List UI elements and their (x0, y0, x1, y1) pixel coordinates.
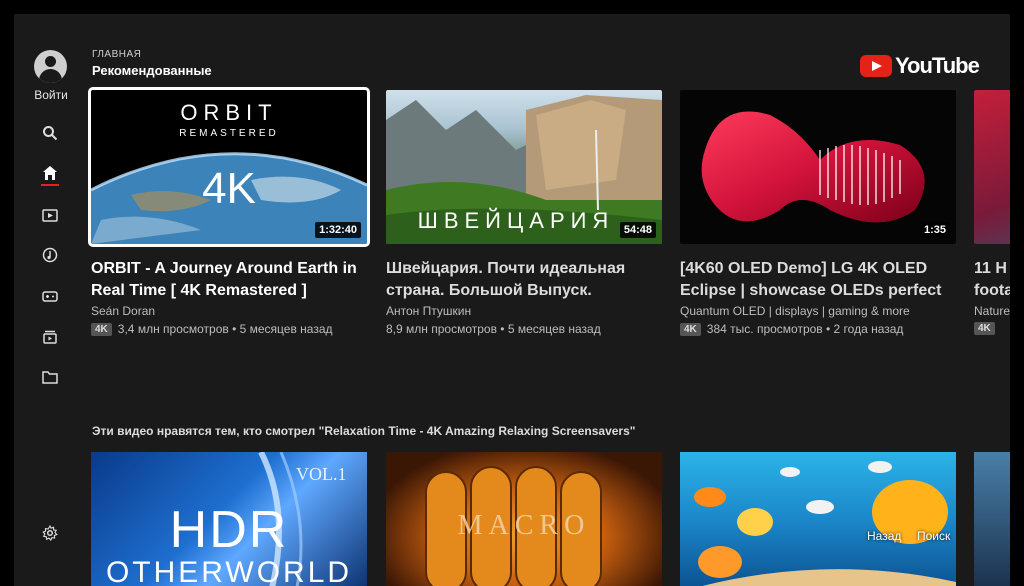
video-thumbnail[interactable] (974, 90, 1010, 244)
video-thumbnail[interactable]: ШВЕЙЦАРИЯ 54:48 (386, 90, 662, 244)
video-stats: 384 тыс. просмотров • 2 года назад (706, 322, 904, 336)
4k-badge: 4K (974, 322, 995, 335)
thumb-title: ШВЕЙЦАРИЯ (417, 208, 615, 233)
section-title: Рекомендованные (92, 63, 212, 78)
abstract-red-graphic (701, 111, 925, 223)
video-channel: Quantum OLED | displays | gaming & more (680, 304, 910, 318)
home-icon[interactable] (39, 162, 61, 184)
video-thumbnail[interactable]: 1:35 (680, 90, 956, 244)
video-title: [4K60 OLED Demo] LG 4K OLED Eclipse | sh… (680, 260, 942, 299)
youtube-logo-text: YouTube (895, 53, 980, 78)
video-thumbnail-fish[interactable] (680, 452, 956, 586)
sidebar: Войти (14, 14, 88, 586)
gaming-icon[interactable] (39, 285, 61, 307)
music-icon[interactable] (39, 244, 61, 266)
search-hint[interactable]: Поиск (917, 529, 950, 543)
back-hint[interactable]: Назад (867, 529, 901, 543)
video-title: Швейцария. Почти идеальная страна. Больш… (386, 260, 626, 299)
video-thumbnail-macro[interactable]: MACRO (386, 452, 662, 586)
video-meta: 4K 3,4 млн просмотров • 5 месяцев назад (91, 322, 333, 336)
thumb-title: ORBIT (180, 100, 278, 125)
thumb-title: HDR (169, 501, 289, 559)
subscriptions-icon[interactable] (39, 204, 61, 226)
4k-badge: 4K (680, 322, 701, 336)
video-meta: 4K 384 тыс. просмотров • 2 года назад (680, 322, 903, 336)
thumb-4k-text: 4K (202, 164, 256, 213)
thumb-title: MACRO (457, 510, 591, 541)
avatar[interactable] (34, 50, 67, 83)
section-breadcrumb: ГЛАВНАЯ (92, 49, 142, 60)
video-thumbnail-partial[interactable] (974, 452, 1010, 586)
thumb-subtitle: OTHERWORLD (105, 556, 353, 586)
video-thumbnail-hdr[interactable]: VOL.1 HDR OTHERWORLD (91, 452, 367, 586)
row2-heading: Эти видео нравятся тем, кто смотрел "Rel… (92, 424, 636, 438)
youtube-logo: YouTube (860, 53, 980, 78)
youtube-play-icon (860, 55, 892, 77)
video-card-partial[interactable]: 11 H foota Nature 4K (974, 90, 1010, 350)
video-stats: 3,4 млн просмотров • 5 месяцев назад (117, 322, 333, 336)
queue-icon[interactable] (39, 326, 61, 348)
video-meta: 8,9 млн просмотров • 5 месяцев назад (386, 322, 601, 336)
folder-icon[interactable] (39, 366, 61, 388)
search-icon[interactable] (39, 122, 61, 144)
video-stats: 8,9 млн просмотров • 5 месяцев назад (386, 322, 601, 336)
signin-label[interactable]: Войти (14, 88, 88, 102)
tv-screen: Войти ГЛАВНАЯ Рекомендованные YouTube OR… (14, 14, 1010, 586)
video-channel: Антон Птушкин (386, 304, 472, 318)
video-duration: 1:35 (919, 222, 950, 238)
video-duration: 54:48 (619, 222, 656, 238)
video-channel: Nature (974, 304, 1010, 318)
fish-graphic (694, 461, 956, 586)
thumb-subtitle: REMASTERED (179, 128, 279, 139)
video-title: 11 H foota (974, 260, 1010, 299)
4k-badge: 4K (91, 322, 112, 336)
settings-icon[interactable] (39, 522, 61, 544)
thumb-vol: VOL.1 (296, 464, 347, 484)
video-meta: 4K (974, 322, 1001, 335)
video-thumbnail[interactable]: ORBIT REMASTERED 4K 1:32:40 (88, 87, 370, 247)
video-title: ORBIT - A Journey Around Earth in Real T… (91, 260, 357, 299)
video-duration: 1:32:40 (315, 222, 361, 238)
video-channel: Seán Doran (91, 304, 156, 318)
home-selected-indicator (41, 184, 59, 186)
